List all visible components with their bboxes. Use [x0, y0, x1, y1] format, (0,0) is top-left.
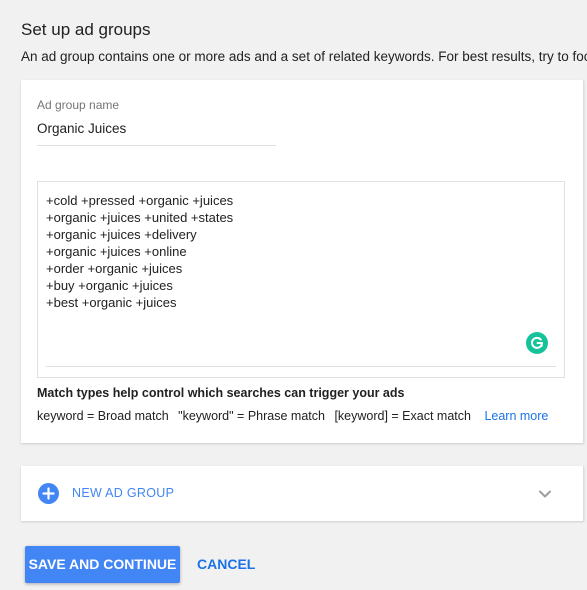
keywords-underline — [46, 366, 556, 367]
match-phrase-text: "keyword" = Phrase match — [178, 409, 325, 423]
keyword-line: +organic +juices +online — [46, 244, 187, 259]
grammarly-icon[interactable] — [526, 332, 548, 354]
new-ad-group-panel[interactable]: NEW AD GROUP — [21, 466, 584, 521]
ad-group-card: Ad group name Organic Juices +cold +pres… — [21, 80, 584, 443]
match-types-row: keyword = Broad match "keyword" = Phrase… — [37, 409, 554, 423]
keyword-line: +organic +juices +united +states — [46, 210, 234, 225]
cancel-button[interactable]: CANCEL — [189, 546, 263, 583]
plus-circle-icon[interactable] — [38, 483, 59, 504]
keyword-line: +organic +juices +delivery — [46, 227, 197, 242]
page-description: An ad group contains one or more ads and… — [21, 49, 587, 64]
learn-more-link[interactable]: Learn more — [484, 409, 548, 423]
keyword-line: +order +organic +juices — [46, 261, 183, 276]
chevron-down-icon[interactable] — [537, 486, 553, 502]
keyword-line: +best +organic +juices — [46, 295, 177, 310]
page-title: Set up ad groups — [21, 20, 151, 39]
keywords-list: +cold +pressed +organic +juices +organic… — [46, 192, 233, 311]
match-broad-text: keyword = Broad match — [37, 409, 169, 423]
setup-ad-groups-page: Set up ad groups An ad group contains on… — [0, 0, 587, 590]
match-exact-text: [keyword] = Exact match — [334, 409, 471, 423]
new-ad-group-label[interactable]: NEW AD GROUP — [72, 486, 174, 500]
keyword-line: +buy +organic +juices — [46, 278, 173, 293]
save-and-continue-button[interactable]: SAVE AND CONTINUE — [25, 546, 180, 583]
match-types-title: Match types help control which searches … — [37, 386, 405, 400]
keyword-line: +cold +pressed +organic +juices — [46, 193, 234, 208]
keywords-textarea[interactable]: +cold +pressed +organic +juices +organic… — [37, 181, 565, 378]
ad-group-name-label: Ad group name — [37, 98, 120, 112]
ad-group-name-input[interactable]: Organic Juices — [37, 121, 276, 146]
